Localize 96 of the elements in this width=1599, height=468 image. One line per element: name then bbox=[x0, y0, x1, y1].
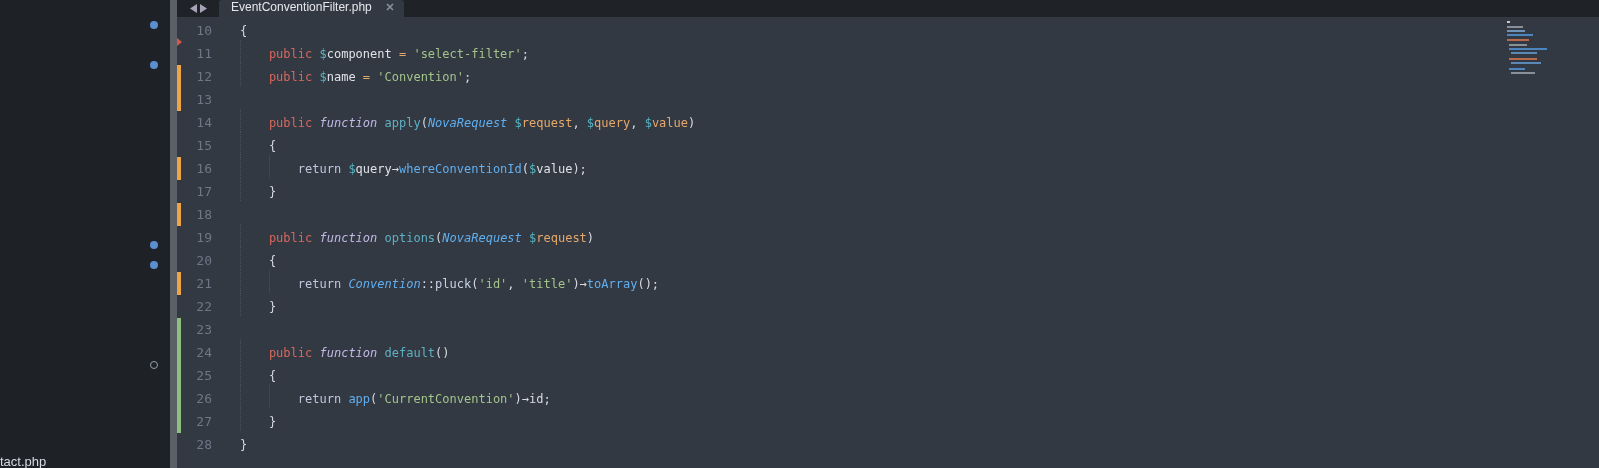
code-token: , bbox=[507, 276, 516, 291]
code-token: query bbox=[355, 161, 392, 176]
code-token: = bbox=[398, 46, 408, 61]
code-token: { bbox=[267, 253, 277, 268]
code-token: public bbox=[267, 230, 314, 245]
line-number: 14 bbox=[195, 113, 212, 132]
line-number: 12 bbox=[195, 67, 212, 86]
code-token: value bbox=[536, 161, 573, 176]
code-token: → bbox=[391, 161, 399, 176]
code-token: $ bbox=[529, 161, 537, 176]
line-number: 15 bbox=[195, 136, 212, 155]
code-token: $ bbox=[319, 46, 327, 61]
code-token: default bbox=[384, 345, 436, 360]
close-icon[interactable] bbox=[385, 2, 394, 11]
code-token: request bbox=[536, 230, 587, 245]
code-token: , bbox=[572, 115, 581, 130]
code-token: $ bbox=[586, 115, 595, 130]
scrollbar[interactable] bbox=[170, 0, 177, 468]
code-token: options bbox=[384, 230, 436, 245]
code-token: ( bbox=[370, 391, 378, 406]
code-token: public bbox=[267, 115, 314, 130]
code-token: return bbox=[296, 276, 343, 291]
line-number: 19 bbox=[195, 228, 212, 247]
code-token: Convention bbox=[348, 276, 421, 291]
left-arrow-icon[interactable] bbox=[189, 4, 197, 13]
code-token: )→id; bbox=[514, 391, 551, 406]
line-number: 22 bbox=[195, 297, 212, 316]
code-token: ; bbox=[464, 69, 472, 84]
line-number: 10 bbox=[195, 21, 212, 40]
code-token: public bbox=[267, 345, 314, 360]
code-token: ); bbox=[572, 161, 587, 176]
code-token: = bbox=[362, 69, 372, 84]
code-token: ) bbox=[688, 115, 696, 130]
line-number: 20 bbox=[195, 251, 212, 270]
code-token: component bbox=[326, 46, 393, 61]
code-token: } bbox=[267, 414, 277, 429]
code-token: pluck bbox=[435, 276, 472, 291]
code-token: public bbox=[267, 46, 314, 61]
code-token: 'select-filter' bbox=[413, 46, 522, 61]
line-number: 26 bbox=[195, 389, 212, 408]
code-token: $ bbox=[644, 115, 652, 130]
code-token: $ bbox=[319, 69, 327, 84]
line-number: 27 bbox=[195, 412, 212, 431]
code-token: function bbox=[319, 115, 379, 130]
code-token: public bbox=[267, 69, 314, 84]
code-token: query bbox=[594, 115, 631, 130]
code-token: toArray bbox=[586, 276, 638, 291]
code-token: , bbox=[630, 115, 639, 130]
code-token: ) bbox=[586, 230, 595, 245]
code-token: 'CurrentConvention' bbox=[377, 391, 515, 406]
code-token: () bbox=[435, 345, 450, 360]
code-token: whereConventionId bbox=[398, 161, 522, 176]
code-token: } bbox=[267, 299, 277, 314]
line-number: 11 bbox=[195, 44, 212, 63]
code-token: function bbox=[319, 345, 379, 360]
line-number: 28 bbox=[195, 435, 212, 454]
file-tab[interactable]: EventConventionFilter.php bbox=[219, 0, 404, 17]
line-number: 21 bbox=[195, 274, 212, 293]
code-token: } bbox=[240, 437, 248, 452]
code-token: ( bbox=[420, 115, 428, 130]
code-token: name bbox=[326, 69, 357, 84]
line-number: 16 bbox=[195, 159, 212, 178]
code-token: NovaRequest bbox=[427, 115, 509, 130]
line-number: 17 bbox=[195, 182, 212, 201]
code-token: 'Convention' bbox=[377, 69, 464, 84]
code-token: return bbox=[296, 391, 343, 406]
code-token: { bbox=[267, 368, 277, 383]
code-token: } bbox=[267, 184, 277, 199]
code-token: :: bbox=[420, 276, 436, 291]
line-number: 23 bbox=[195, 320, 212, 339]
code-token: (); bbox=[637, 276, 660, 291]
line-number: 25 bbox=[195, 366, 212, 385]
line-number: 13 bbox=[195, 90, 212, 109]
code-token: { bbox=[267, 138, 277, 153]
code-token: ; bbox=[521, 46, 530, 61]
code-token: { bbox=[240, 23, 248, 38]
code-token: ( bbox=[471, 276, 479, 291]
code-token: 'id' bbox=[478, 276, 508, 291]
right-arrow-icon[interactable] bbox=[199, 4, 207, 13]
code-token: )→ bbox=[572, 276, 587, 291]
code-token: ( bbox=[435, 230, 443, 245]
code-token: $ bbox=[348, 161, 356, 176]
code-token: NovaRequest bbox=[442, 230, 523, 245]
file-name[interactable]: tact.php bbox=[0, 455, 47, 468]
line-number: 18 bbox=[195, 205, 212, 224]
code-token: return bbox=[296, 161, 343, 176]
code-token: $ bbox=[514, 115, 522, 130]
code-token: $ bbox=[529, 230, 537, 245]
code-token: function bbox=[319, 230, 379, 245]
code-token: 'title' bbox=[521, 276, 573, 291]
code-token: apply bbox=[384, 115, 421, 130]
code-token: ( bbox=[521, 161, 530, 176]
code-token: value bbox=[651, 115, 688, 130]
code-token: app bbox=[348, 391, 371, 406]
code-token: request bbox=[521, 115, 573, 130]
line-number: 24 bbox=[195, 343, 212, 362]
